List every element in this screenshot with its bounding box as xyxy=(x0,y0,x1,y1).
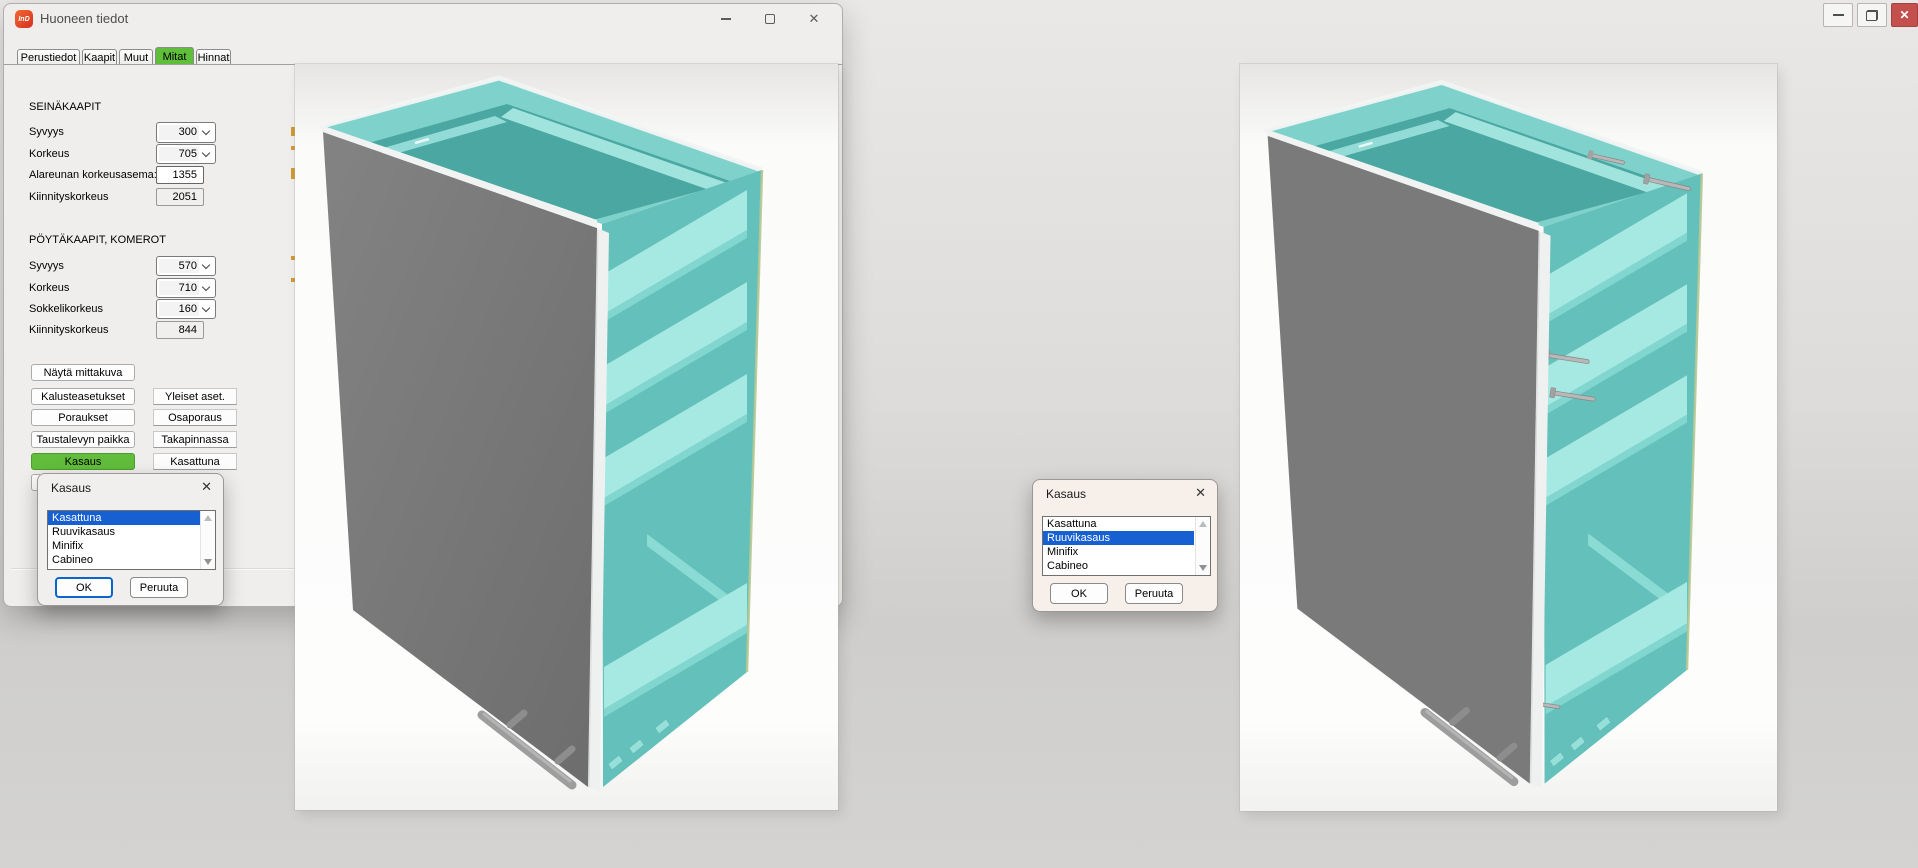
maximize-icon xyxy=(765,14,775,24)
base-height-combo[interactable]: 710 xyxy=(156,278,216,298)
list-item-minifix[interactable]: Minifix xyxy=(1043,545,1210,559)
plinth-height-value: 160 xyxy=(179,303,197,315)
label-plinth-height: Sokkelikorkeus xyxy=(29,303,103,315)
label-bottom-edge-position: Alareunan korkeusasema: xyxy=(29,169,157,181)
list-item-minifix[interactable]: Minifix xyxy=(48,539,215,553)
tab-muut[interactable]: Muut xyxy=(119,49,153,65)
mounting-height-wall-value: 2051 xyxy=(173,191,197,203)
mounting-height-base-field: 844 xyxy=(156,321,204,339)
assembly-button[interactable]: Kasaus xyxy=(31,453,135,470)
label-mounting-height-wall: Kiinnityskorkeus xyxy=(29,191,108,203)
close-button[interactable]: ✕ xyxy=(792,6,836,32)
desktop-close-button[interactable]: ✕ xyxy=(1891,3,1918,27)
tab-kaapit[interactable]: Kaapit xyxy=(82,49,117,65)
scroll-up-icon[interactable] xyxy=(204,515,212,521)
ok-button[interactable]: OK xyxy=(55,577,113,598)
chevron-down-icon xyxy=(202,283,210,291)
popup-title: Kasaus xyxy=(1046,487,1086,501)
base-height-value: 710 xyxy=(179,282,197,294)
wall-height-value: 705 xyxy=(179,148,197,160)
partial-drilling-field[interactable]: Osaporaus xyxy=(153,409,237,426)
cabinet-3d-render-assembled xyxy=(295,64,838,810)
plinth-height-combo[interactable]: 160 xyxy=(156,299,216,319)
scroll-down-icon[interactable] xyxy=(204,559,212,565)
close-icon: ✕ xyxy=(809,11,820,27)
label-mounting-height-base: Kiinnityskorkeus xyxy=(29,324,108,336)
section-title-wall-cabinets: SEINÄKAAPIT xyxy=(29,101,101,113)
bottom-edge-position-value: 1355 xyxy=(173,169,197,181)
minimize-icon xyxy=(1833,14,1844,16)
minimize-icon xyxy=(721,18,731,20)
close-icon[interactable]: ✕ xyxy=(1195,485,1206,501)
cancel-button[interactable]: Peruuta xyxy=(130,577,188,598)
tab-strip: Perustiedot Kaapit Muut Mitat Hinnat xyxy=(17,48,233,65)
back-panel-position-button[interactable]: Taustalevyn paikka xyxy=(31,431,135,448)
mounting-height-wall-field: 2051 xyxy=(156,188,204,206)
label-height: Korkeus xyxy=(29,148,69,160)
assembled-field[interactable]: Kasattuna xyxy=(153,453,237,470)
tab-hinnat[interactable]: Hinnat xyxy=(196,49,231,65)
close-icon: ✕ xyxy=(1899,8,1909,22)
assembly-listbox[interactable]: Kasattuna Ruuvikasaus Minifix Cabineo xyxy=(1042,516,1211,576)
scroll-down-icon[interactable] xyxy=(1199,565,1207,571)
assembly-listbox[interactable]: Kasattuna Ruuvikasaus Minifix Cabineo xyxy=(47,510,216,570)
tab-mitat[interactable]: Mitat xyxy=(155,47,194,65)
assembly-popup-left: Kasaus ✕ Kasattuna Ruuvikasaus Minifix C… xyxy=(37,473,224,606)
list-item-kasattuna[interactable]: Kasattuna xyxy=(48,511,200,525)
label-depth-base: Syvyys xyxy=(29,260,64,272)
list-item-ruuvikasaus[interactable]: Ruuvikasaus xyxy=(48,525,215,539)
label-depth: Syvyys xyxy=(29,126,64,138)
cabinet-3d-render-screws xyxy=(1240,64,1777,811)
chevron-down-icon xyxy=(202,149,210,157)
listbox-scrollbar[interactable] xyxy=(1195,517,1210,575)
furniture-settings-button[interactable]: Kalusteasetukset xyxy=(31,388,135,405)
desktop-window-controls: ✕ xyxy=(1823,3,1918,27)
list-item-ruuvikasaus[interactable]: Ruuvikasaus xyxy=(1043,531,1194,545)
close-icon[interactable]: ✕ xyxy=(201,479,212,495)
dialog-title: Huoneen tiedot xyxy=(40,4,128,34)
chevron-down-icon xyxy=(202,127,210,135)
app-icon: InD xyxy=(15,10,33,28)
wall-depth-value: 300 xyxy=(179,126,197,138)
label-height-base: Korkeus xyxy=(29,282,69,294)
base-depth-value: 570 xyxy=(179,260,197,272)
general-settings-field[interactable]: Yleiset aset. xyxy=(153,388,237,405)
list-item-cabineo[interactable]: Cabineo xyxy=(1043,559,1210,573)
show-dimension-drawing-button[interactable]: Näytä mittakuva xyxy=(31,364,135,381)
drillings-button[interactable]: Poraukset xyxy=(31,409,135,426)
ok-button[interactable]: OK xyxy=(1050,583,1108,604)
listbox-scrollbar[interactable] xyxy=(200,511,215,569)
desktop-restore-button[interactable] xyxy=(1857,3,1887,27)
cabinet-viewport-right xyxy=(1240,64,1777,811)
restore-icon xyxy=(1866,10,1878,21)
section-title-base-cabinets: PÖYTÄKAAPIT, KOMEROT xyxy=(29,234,166,246)
wall-height-combo[interactable]: 705 xyxy=(156,144,216,164)
maximize-button[interactable] xyxy=(748,6,792,32)
list-item-kasattuna[interactable]: Kasattuna xyxy=(1043,517,1210,531)
popup-title: Kasaus xyxy=(51,481,91,495)
cabinet-viewport-left xyxy=(295,64,838,810)
desktop-minimize-button[interactable] xyxy=(1823,3,1853,27)
cancel-button[interactable]: Peruuta xyxy=(1125,583,1183,604)
scroll-up-icon[interactable] xyxy=(1199,521,1207,527)
tab-perustiedot[interactable]: Perustiedot xyxy=(17,49,80,65)
assembly-popup-right: Kasaus ✕ Kasattuna Ruuvikasaus Minifix C… xyxy=(1032,479,1218,612)
bottom-edge-position-input[interactable]: 1355 xyxy=(156,166,204,184)
minimize-button[interactable] xyxy=(704,6,748,32)
back-surface-field[interactable]: Takapinnassa xyxy=(153,431,237,448)
list-item-cabineo[interactable]: Cabineo xyxy=(48,553,215,567)
dialog-titlebar[interactable]: InD Huoneen tiedot ✕ xyxy=(4,4,842,34)
chevron-down-icon xyxy=(202,304,210,312)
base-depth-combo[interactable]: 570 xyxy=(156,256,216,276)
mounting-height-base-value: 844 xyxy=(179,324,197,336)
wall-depth-combo[interactable]: 300 xyxy=(156,122,216,143)
chevron-down-icon xyxy=(202,261,210,269)
